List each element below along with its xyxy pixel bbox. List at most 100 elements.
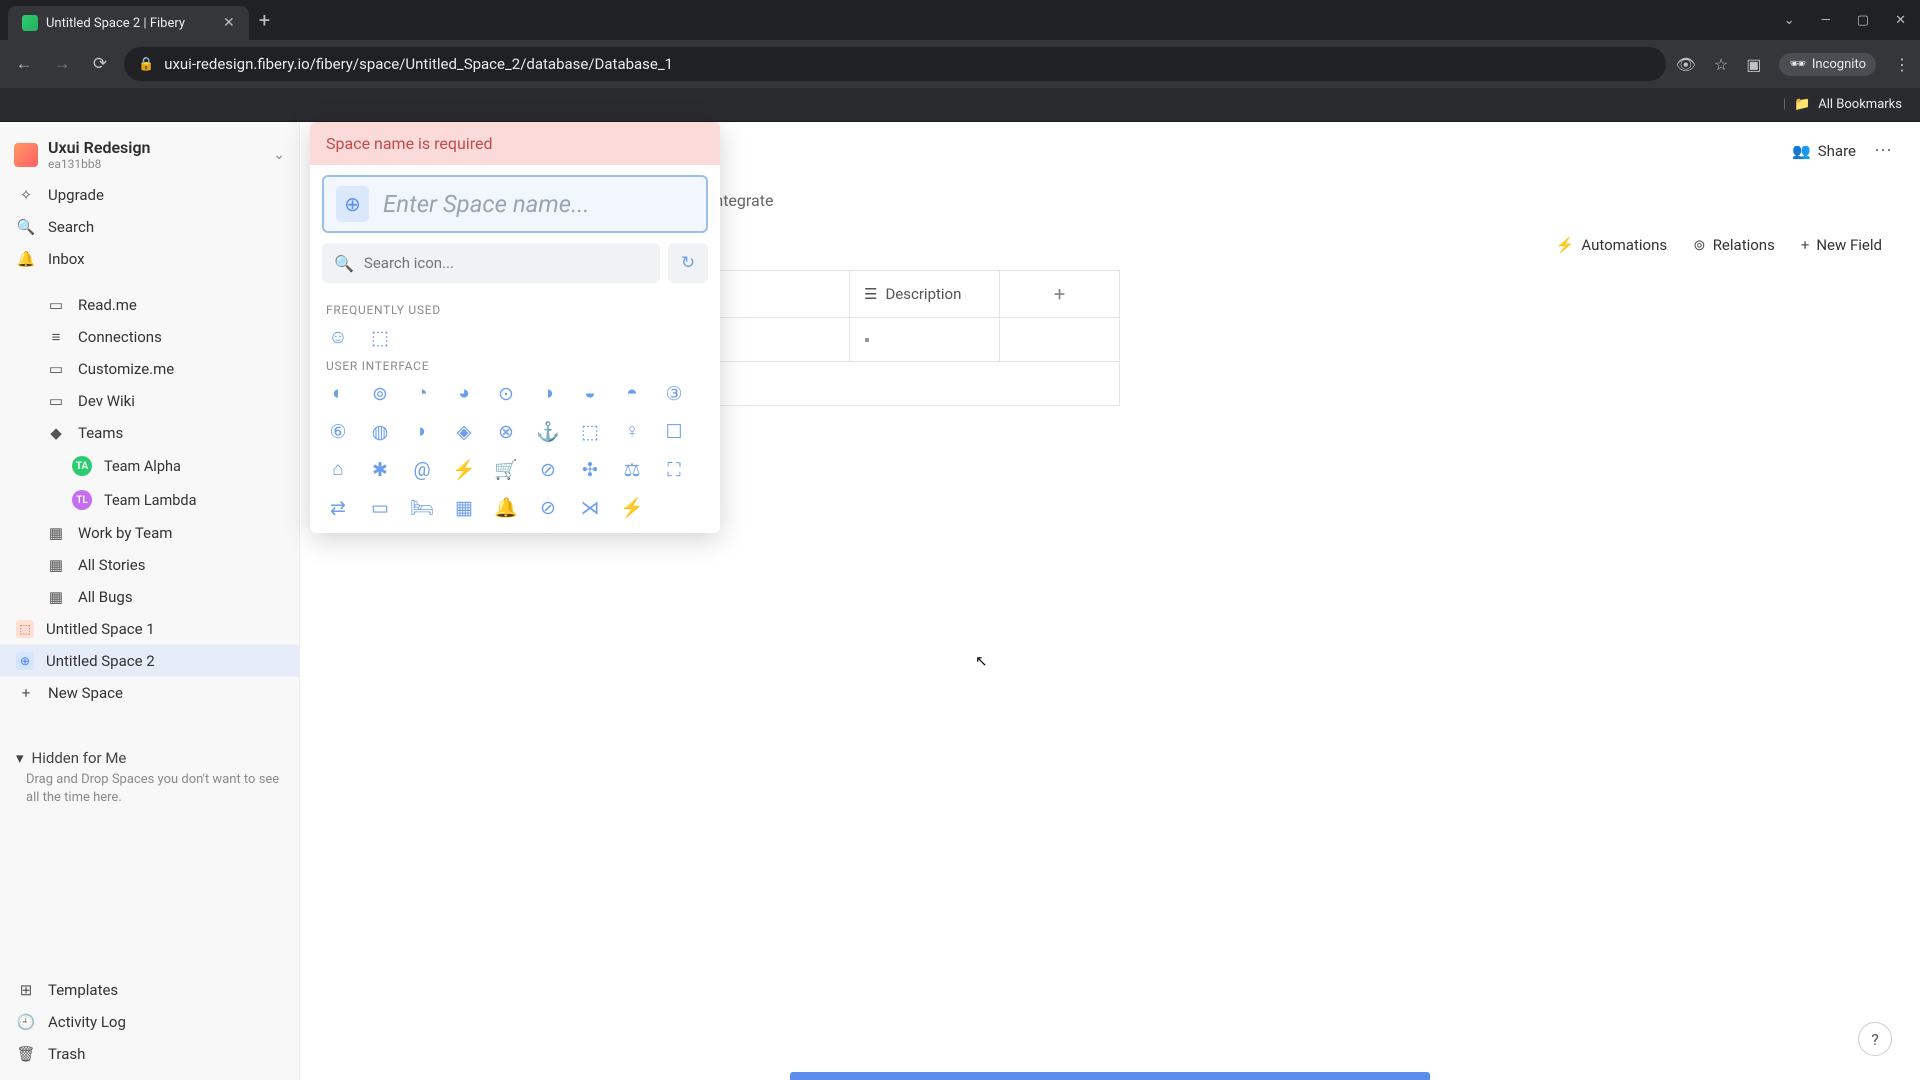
sidebar-item-all-stories[interactable]: ▦All Stories [0,549,299,581]
icon-option[interactable]: ⊙ [494,381,518,405]
eye-off-icon[interactable]: 👁 [1676,55,1696,74]
relations-button[interactable]: ⊚Relations [1693,236,1775,254]
icon-option[interactable]: ▭ [368,495,392,519]
icon-option[interactable]: ⚓ [536,419,560,443]
table-cell[interactable] [700,318,850,362]
window-close-icon[interactable]: ✕ [1895,13,1906,28]
icon-option[interactable]: ⊗ [494,419,518,443]
icon-option[interactable]: ◈ [452,419,476,443]
icon-option[interactable]: ⋊ [578,495,602,519]
back-button[interactable]: ← [10,54,38,74]
sidebar-space-2[interactable]: ⊕Untitled Space 2 [0,645,299,677]
browser-menu-icon[interactable]: ⋮ [1894,55,1910,74]
automations-button[interactable]: ⚡Automations [1556,236,1667,254]
sidebar-search[interactable]: 🔍Search [0,211,299,243]
icon-option[interactable]: ✣ [578,457,602,481]
sidebar-item-team-alpha[interactable]: TATeam Alpha [0,449,299,483]
space-name-popover: Space name is required ⊕ 🔍 ↻ FREQUENTLY … [310,122,720,533]
icon-option[interactable]: ◕ [452,381,476,405]
sidebar-item-work-by-team[interactable]: ▦Work by Team [0,517,299,549]
sidebar-space-1[interactable]: ⬚Untitled Space 1 [0,613,299,645]
column-header-description[interactable]: ☰Description [850,270,1000,318]
address-bar[interactable]: 🔒 uxui-redesign.fibery.io/fibery/space/U… [124,47,1666,81]
icon-option[interactable]: ⚖ [620,457,644,481]
workspace-switcher[interactable]: Uxui Redesign ea131bb8 ⌄ [0,130,299,179]
share-button[interactable]: 👥Share [1792,142,1856,160]
icon-option[interactable]: ⚡ [620,495,644,519]
icon-search-input[interactable] [364,254,648,272]
icon-option[interactable]: ☺ [326,325,350,349]
icon-option[interactable]: 🛒 [494,457,518,481]
new-tab-button[interactable]: + [259,8,270,32]
icon-picker-panel[interactable]: FREQUENTLY USED ☺⬚ USER INTERFACE ◐⊚◔◕⊙◑… [310,289,720,533]
icon-option[interactable]: ▦ [452,495,476,519]
all-bookmarks-button[interactable]: All Bookmarks [1818,97,1902,112]
toolbar-icons: 👁 ☆ ▣ 🕶 Incognito ⋮ [1676,53,1910,76]
bookmark-star-icon[interactable]: ☆ [1714,55,1728,74]
sidebar-trash[interactable]: 🗑Trash [0,1038,299,1070]
sidebar-upgrade[interactable]: ✧Upgrade [0,179,299,211]
icon-option[interactable]: ◐ [326,381,350,405]
icon-option[interactable]: ☐ [662,419,686,443]
space-name-input[interactable] [383,190,694,218]
forward-button[interactable]: → [48,54,76,74]
icon-option[interactable]: ⬚ [368,325,392,349]
sidebar-item-teams[interactable]: ◆Teams [0,417,299,449]
sidebar-item-devwiki[interactable]: ▭Dev Wiki [0,385,299,417]
icon-option[interactable]: 🔔 [494,495,518,519]
new-field-button[interactable]: +New Field [1801,236,1882,254]
browser-tab[interactable]: Untitled Space 2 | Fibery ✕ [8,6,249,40]
bell-icon: 🔔 [16,250,36,268]
sidebar-item-readme[interactable]: ▭Read.me [0,289,299,321]
icon-option[interactable]: ◑ [536,381,560,405]
sidebar-item-all-bugs[interactable]: ▦All Bugs [0,581,299,613]
sidebar-item-customize[interactable]: ▭Customize.me [0,353,299,385]
side-panel-icon[interactable]: ▣ [1746,55,1761,74]
random-icon-button[interactable]: ↻ [668,243,708,283]
new-row-input[interactable]: r [700,362,1120,406]
icon-option[interactable]: ⬚ [578,419,602,443]
icon-option[interactable]: ◍ [368,419,392,443]
help-button[interactable]: ? [1858,1022,1892,1056]
icon-option[interactable]: ♀ [620,419,644,443]
table-cell[interactable]: ▪ [850,318,1000,362]
chevron-down-icon[interactable]: ⌄ [273,147,285,163]
icon-option[interactable]: ⑥ [326,419,350,443]
icon-option[interactable]: ⊘ [536,457,560,481]
space-icon-button[interactable]: ⊕ [336,186,369,222]
sidebar-activity-log[interactable]: 🕘Activity Log [0,1006,299,1038]
icon-option[interactable]: ⛶ [662,457,686,481]
sidebar-new-space[interactable]: +New Space [0,677,299,709]
tab-close-icon[interactable]: ✕ [223,15,235,31]
icon-option[interactable]: ◔ [410,381,434,405]
add-column-button[interactable]: + [1000,270,1120,318]
sidebar-inbox[interactable]: 🔔Inbox [0,243,299,275]
incognito-badge[interactable]: 🕶 Incognito [1779,53,1876,76]
icon-option[interactable]: ⊘ [536,495,560,519]
icon-option[interactable]: ③ [662,381,686,405]
space-icon: ⬚ [16,620,34,638]
icon-option[interactable]: ⊚ [368,381,392,405]
bookmarks-folder-icon: 📁 [1794,97,1810,112]
more-button[interactable]: ⋯ [1874,140,1892,161]
icon-option[interactable]: ⌂ [326,457,350,481]
icon-option[interactable]: ◓ [620,381,644,405]
icon-option[interactable]: @ [410,457,434,481]
icon-option[interactable]: 🛏 [410,495,434,519]
reload-button[interactable]: ⟳ [86,54,114,74]
sidebar-item-connections[interactable]: ≡Connections [0,321,299,353]
icon-search-field[interactable]: 🔍 [322,243,660,283]
sidebar-hidden-toggle[interactable]: ▾Hidden for Me [0,739,299,771]
bottom-notification-bar[interactable] [790,1072,1430,1080]
icon-option[interactable]: ⇄ [326,495,350,519]
column-header-name[interactable] [700,270,850,318]
icon-option[interactable]: ◗ [410,419,434,443]
icon-option[interactable]: ✱ [368,457,392,481]
window-maximize-icon[interactable]: ▢ [1857,13,1869,28]
icon-option[interactable]: ⚡ [452,457,476,481]
sidebar-item-team-lambda[interactable]: TLTeam Lambda [0,483,299,517]
tab-dropdown-icon[interactable]: ⌄ [1784,13,1795,28]
window-minimize-icon[interactable]: — [1821,13,1831,28]
icon-option[interactable]: ◒ [578,381,602,405]
sidebar-templates[interactable]: ⊞Templates [0,974,299,1006]
